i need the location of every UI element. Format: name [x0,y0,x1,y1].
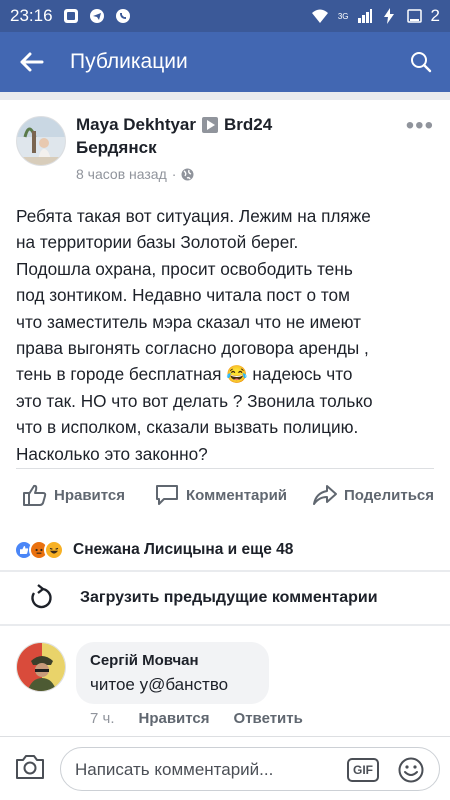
author-name[interactable]: Maya Dekhtyar [76,115,196,135]
camera-icon [16,755,44,779]
comment-button[interactable]: Комментарий [154,483,287,507]
divider [16,468,434,469]
app-bar: Публикации [0,32,450,92]
refresh-icon [31,584,52,609]
telegram-icon [89,9,104,23]
post-text-line: тень в городе бесплатная 😂 надеюсь что [16,364,353,385]
load-previous-label: Загрузить предыдущие комментарии [80,589,378,606]
more-options-icon[interactable]: ••• [406,112,434,140]
thumbs-up-icon [23,484,47,506]
comment-label: Комментарий [186,486,288,504]
commenter-name[interactable]: Сергій Мовчан [90,652,255,669]
comment-meta: 7 ч. Нравится Ответить [90,710,303,727]
comment-like-link[interactable]: Нравится [139,710,210,727]
battery-icon [406,9,422,23]
page-title: Публикации [70,50,188,73]
post-text-line: что заместитель мэра сказал что не имеют [16,311,362,332]
comment-reply-link[interactable]: Ответить [234,710,303,727]
author-line: Maya Dekhtyar Brd24 [76,115,272,135]
comment: Сергій Мовчан читое у@банство 7 ч. Нрави… [0,626,450,736]
share-button[interactable]: Поделиться [312,483,434,507]
like-button[interactable]: Нравится [22,483,125,507]
arrow-left-icon [20,52,44,72]
reactions-summary[interactable]: Снежана Лисицына и еще 48 [0,530,450,570]
meta-separator: · [171,166,177,182]
status-bar: 23:16 3G 2 [0,0,450,32]
signal-icon [357,9,372,23]
post-text-line: Подошла охрана, просит освободить тень [16,258,353,279]
comment-time: 7 ч. [90,710,115,727]
commenter-photo [17,643,65,691]
camera-button[interactable] [14,752,46,787]
viber-icon [115,9,130,23]
share-icon [313,485,337,505]
wifi-icon [311,9,328,23]
haha-reaction-icon [44,540,64,560]
comment-input[interactable]: Написать комментарий... GIF [60,747,440,791]
sticker-button[interactable] [397,756,425,789]
comment-bubble[interactable]: Сергій Мовчан читое у@банство [76,642,269,704]
commenter-avatar[interactable] [16,642,66,692]
globe-icon [181,168,194,180]
back-button[interactable] [4,32,60,92]
post-time[interactable]: 8 часов назад [76,166,167,182]
charging-icon [383,8,394,24]
gif-button[interactable]: GIF [347,758,379,782]
post-text: Ребята такая вот ситуация. Лежим на пляж… [16,203,441,467]
status-time: 23:16 [10,6,53,25]
post-text-line: на территории базы Золотой берег. [16,232,299,253]
page-name[interactable]: Brd24 [224,115,272,135]
post-actions: Нравится Комментарий Поделиться [0,470,450,520]
comment-text: читое у@банство [90,675,229,694]
post-text-line: что в исполком, сказали вызвать полицию. [16,417,359,438]
post-text-line: права выгонять согласно договора аренды … [16,338,369,359]
like-label: Нравится [54,486,126,504]
post-meta: 8 часов назад · [76,166,194,182]
search-button[interactable] [396,32,446,92]
battery-level: 2 [430,6,440,25]
post-card: Maya Dekhtyar Brd24 Бердянск 8 часов наз… [0,100,450,530]
comment-composer: Написать комментарий... GIF [0,736,450,800]
post-text-line: Насколько это законно? [16,443,208,464]
search-icon [411,52,432,73]
reactions-names: Снежана Лисицына и еще 48 [73,541,294,558]
comment-placeholder: Написать комментарий... [75,760,274,779]
post-text-line: это так. НО что вот делать ? Звонила тол… [16,390,373,411]
load-previous-comments[interactable]: Загрузить предыдущие комментарии [0,572,450,624]
smiley-icon [398,757,424,783]
post-text-line: под зонтиком. Недавно читала пост о том [16,285,350,306]
author-photo [17,117,65,165]
notification-icon [63,9,78,23]
comment-icon [156,485,178,505]
network-label: 3G [337,11,349,21]
author-avatar[interactable] [16,116,66,166]
reaction-icons [14,540,64,560]
share-label: Поделиться [344,486,435,504]
play-triangle-icon [202,117,219,133]
author-city: Бердянск [76,138,157,157]
post-text-line: Ребята такая вот ситуация. Лежим на пляж… [16,206,371,226]
